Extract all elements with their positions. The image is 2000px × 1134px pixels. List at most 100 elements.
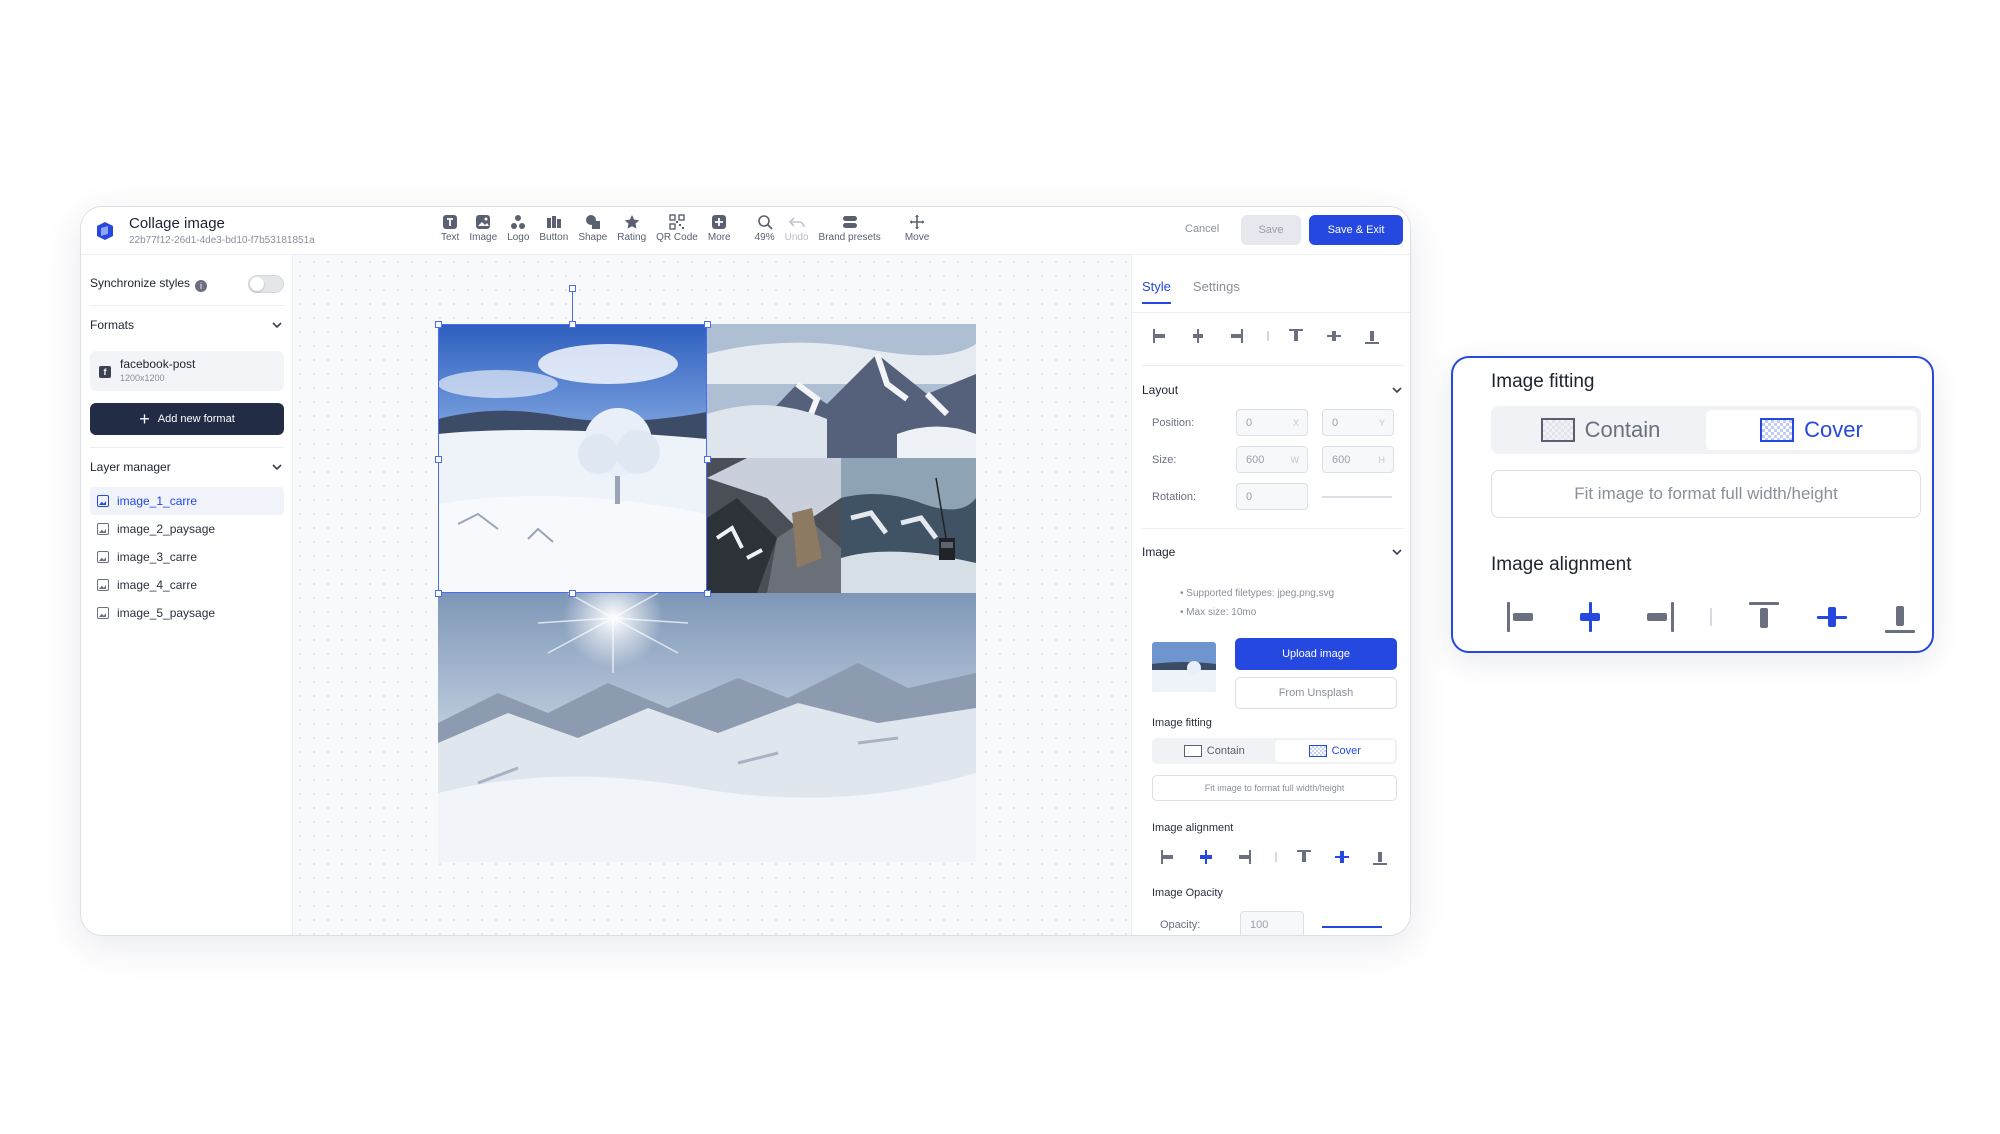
image-align-bottom-icon[interactable] [1372,849,1388,865]
resize-handle[interactable] [435,590,442,597]
image-icon [97,579,109,591]
rotation-input[interactable]: 0 [1236,483,1308,510]
layer-item[interactable]: image_3_carre [90,543,284,571]
chevron-down-icon[interactable] [270,318,284,332]
editor-window: Collage image 22b77f12-26d1-4de3-bd10-f7… [80,206,1411,936]
chevron-down-icon[interactable] [270,460,284,474]
layer-item[interactable]: image_2_paysage [90,515,284,543]
zoom-contain-label: Contain [1584,417,1661,442]
selection-box[interactable] [438,324,707,593]
cover-label: Cover [1331,745,1361,757]
add-format-button[interactable]: + Add new format [90,403,284,435]
resize-handle[interactable] [435,456,442,463]
image-icon [474,213,492,231]
align-left-icon[interactable] [1152,328,1168,344]
resize-handle[interactable] [704,456,711,463]
align-middle-vertical-icon[interactable] [1815,600,1849,634]
layout-header[interactable]: Layout [1142,383,1404,397]
resize-handle[interactable] [569,590,576,597]
tool-undo[interactable]: Undo [785,213,809,243]
resize-handle[interactable] [569,321,576,328]
align-top-icon[interactable] [1288,328,1304,344]
info-icon[interactable]: i [195,280,208,292]
layer-item[interactable]: image_5_paysage [90,599,284,627]
image-align-center-icon[interactable] [1198,849,1214,865]
fit-full-button[interactable]: Fit image to format full width/height [1152,775,1397,801]
align-center-horizontal-icon[interactable] [1190,328,1206,344]
layer-item[interactable]: image_4_carre [90,571,284,599]
tool-button[interactable]: Button [539,213,568,243]
fit-cover-option[interactable]: Cover [1274,740,1395,762]
plus-icon: + [139,409,150,429]
tool-more[interactable]: More [708,213,731,243]
zoom-cover-option[interactable]: Cover [1706,410,1917,450]
resize-handle[interactable] [704,590,711,597]
align-middle-vertical-icon[interactable] [1326,328,1342,344]
image-align-right-icon[interactable] [1236,849,1252,865]
align-top-icon[interactable] [1747,600,1781,634]
layer-label: image_4_carre [117,578,198,592]
tool-button-label: Button [539,232,569,243]
position-y-input[interactable]: 0Y [1322,409,1394,436]
tool-qrcode[interactable]: QR Code [656,213,698,243]
rotate-handle[interactable] [569,285,576,292]
chevron-down-icon[interactable] [1390,383,1404,397]
size-height-input[interactable]: 600 H [1322,446,1394,473]
opacity-input[interactable]: 100 [1240,911,1304,935]
image-align-top-icon[interactable] [1296,849,1312,865]
from-unsplash-button[interactable]: From Unsplash [1235,677,1397,709]
zoom-fit-full-button[interactable]: Fit image to format full width/height [1491,470,1921,518]
align-bottom-icon[interactable] [1364,328,1380,344]
rotation-value: 0 [1246,490,1253,503]
tool-logo[interactable]: Logo [507,213,529,243]
contain-icon [1540,418,1575,442]
layer-item[interactable]: image_1_carre [90,487,284,515]
image-header[interactable]: Image [1142,545,1404,559]
fit-contain-option[interactable]: Contain [1154,740,1275,762]
tool-move[interactable]: Move [905,213,929,243]
canvas-area[interactable] [293,255,1131,935]
save-exit-button[interactable]: Save & Exit [1309,215,1403,245]
w-unit: W [1290,454,1300,465]
layer-manager-header[interactable]: Layer manager [90,460,284,474]
resize-handle[interactable] [435,321,442,328]
cancel-button[interactable]: Cancel [1179,219,1225,239]
image-icon [97,523,109,535]
size-width-input[interactable]: 600 W [1236,446,1308,473]
align-center-horizontal-icon[interactable] [1573,600,1607,634]
app-logo-icon[interactable] [95,221,115,241]
image-align-left-icon[interactable] [1160,849,1176,865]
zoom-contain-option[interactable]: Contain [1495,410,1706,450]
plus-square-icon [710,213,728,231]
formats-header[interactable]: Formats [90,318,284,332]
image-align-middle-icon[interactable] [1334,849,1350,865]
chevron-down-icon[interactable] [1390,545,1404,559]
tool-image[interactable]: Image [469,213,497,243]
tool-shape[interactable]: Shape [578,213,607,243]
tab-style[interactable]: Style [1142,279,1171,304]
image-2-mountain-peaks[interactable] [707,324,976,458]
align-right-icon[interactable] [1641,600,1675,634]
image-4-cable-car[interactable] [841,458,976,593]
save-button[interactable]: Save [1241,215,1301,245]
resize-handle[interactable] [704,321,711,328]
image-5-snowy-panorama[interactable] [438,593,976,862]
tool-rating[interactable]: Rating [617,213,646,243]
tool-text[interactable]: Text [441,213,459,243]
align-bottom-icon[interactable] [1883,600,1917,634]
tool-brand-presets[interactable]: Brand presets [819,213,881,243]
tool-rating-label: Rating [617,232,647,243]
align-right-icon[interactable] [1228,328,1244,344]
tab-settings[interactable]: Settings [1193,279,1240,304]
element-alignment-row [1152,328,1402,344]
sync-styles-toggle[interactable] [248,275,284,293]
position-x-input[interactable]: 0X [1236,409,1308,436]
top-bar: Collage image 22b77f12-26d1-4de3-bd10-f7… [81,207,1410,255]
upload-image-button[interactable]: Upload image [1235,638,1397,670]
image-3-rocky-ridge[interactable] [707,458,841,593]
rotation-slider[interactable] [1322,495,1392,498]
opacity-slider[interactable] [1322,926,1382,928]
tool-zoom[interactable]: 49% [755,213,775,243]
align-left-icon[interactable] [1505,600,1539,634]
format-item[interactable]: f facebook-post 1200x1200 [90,351,284,391]
